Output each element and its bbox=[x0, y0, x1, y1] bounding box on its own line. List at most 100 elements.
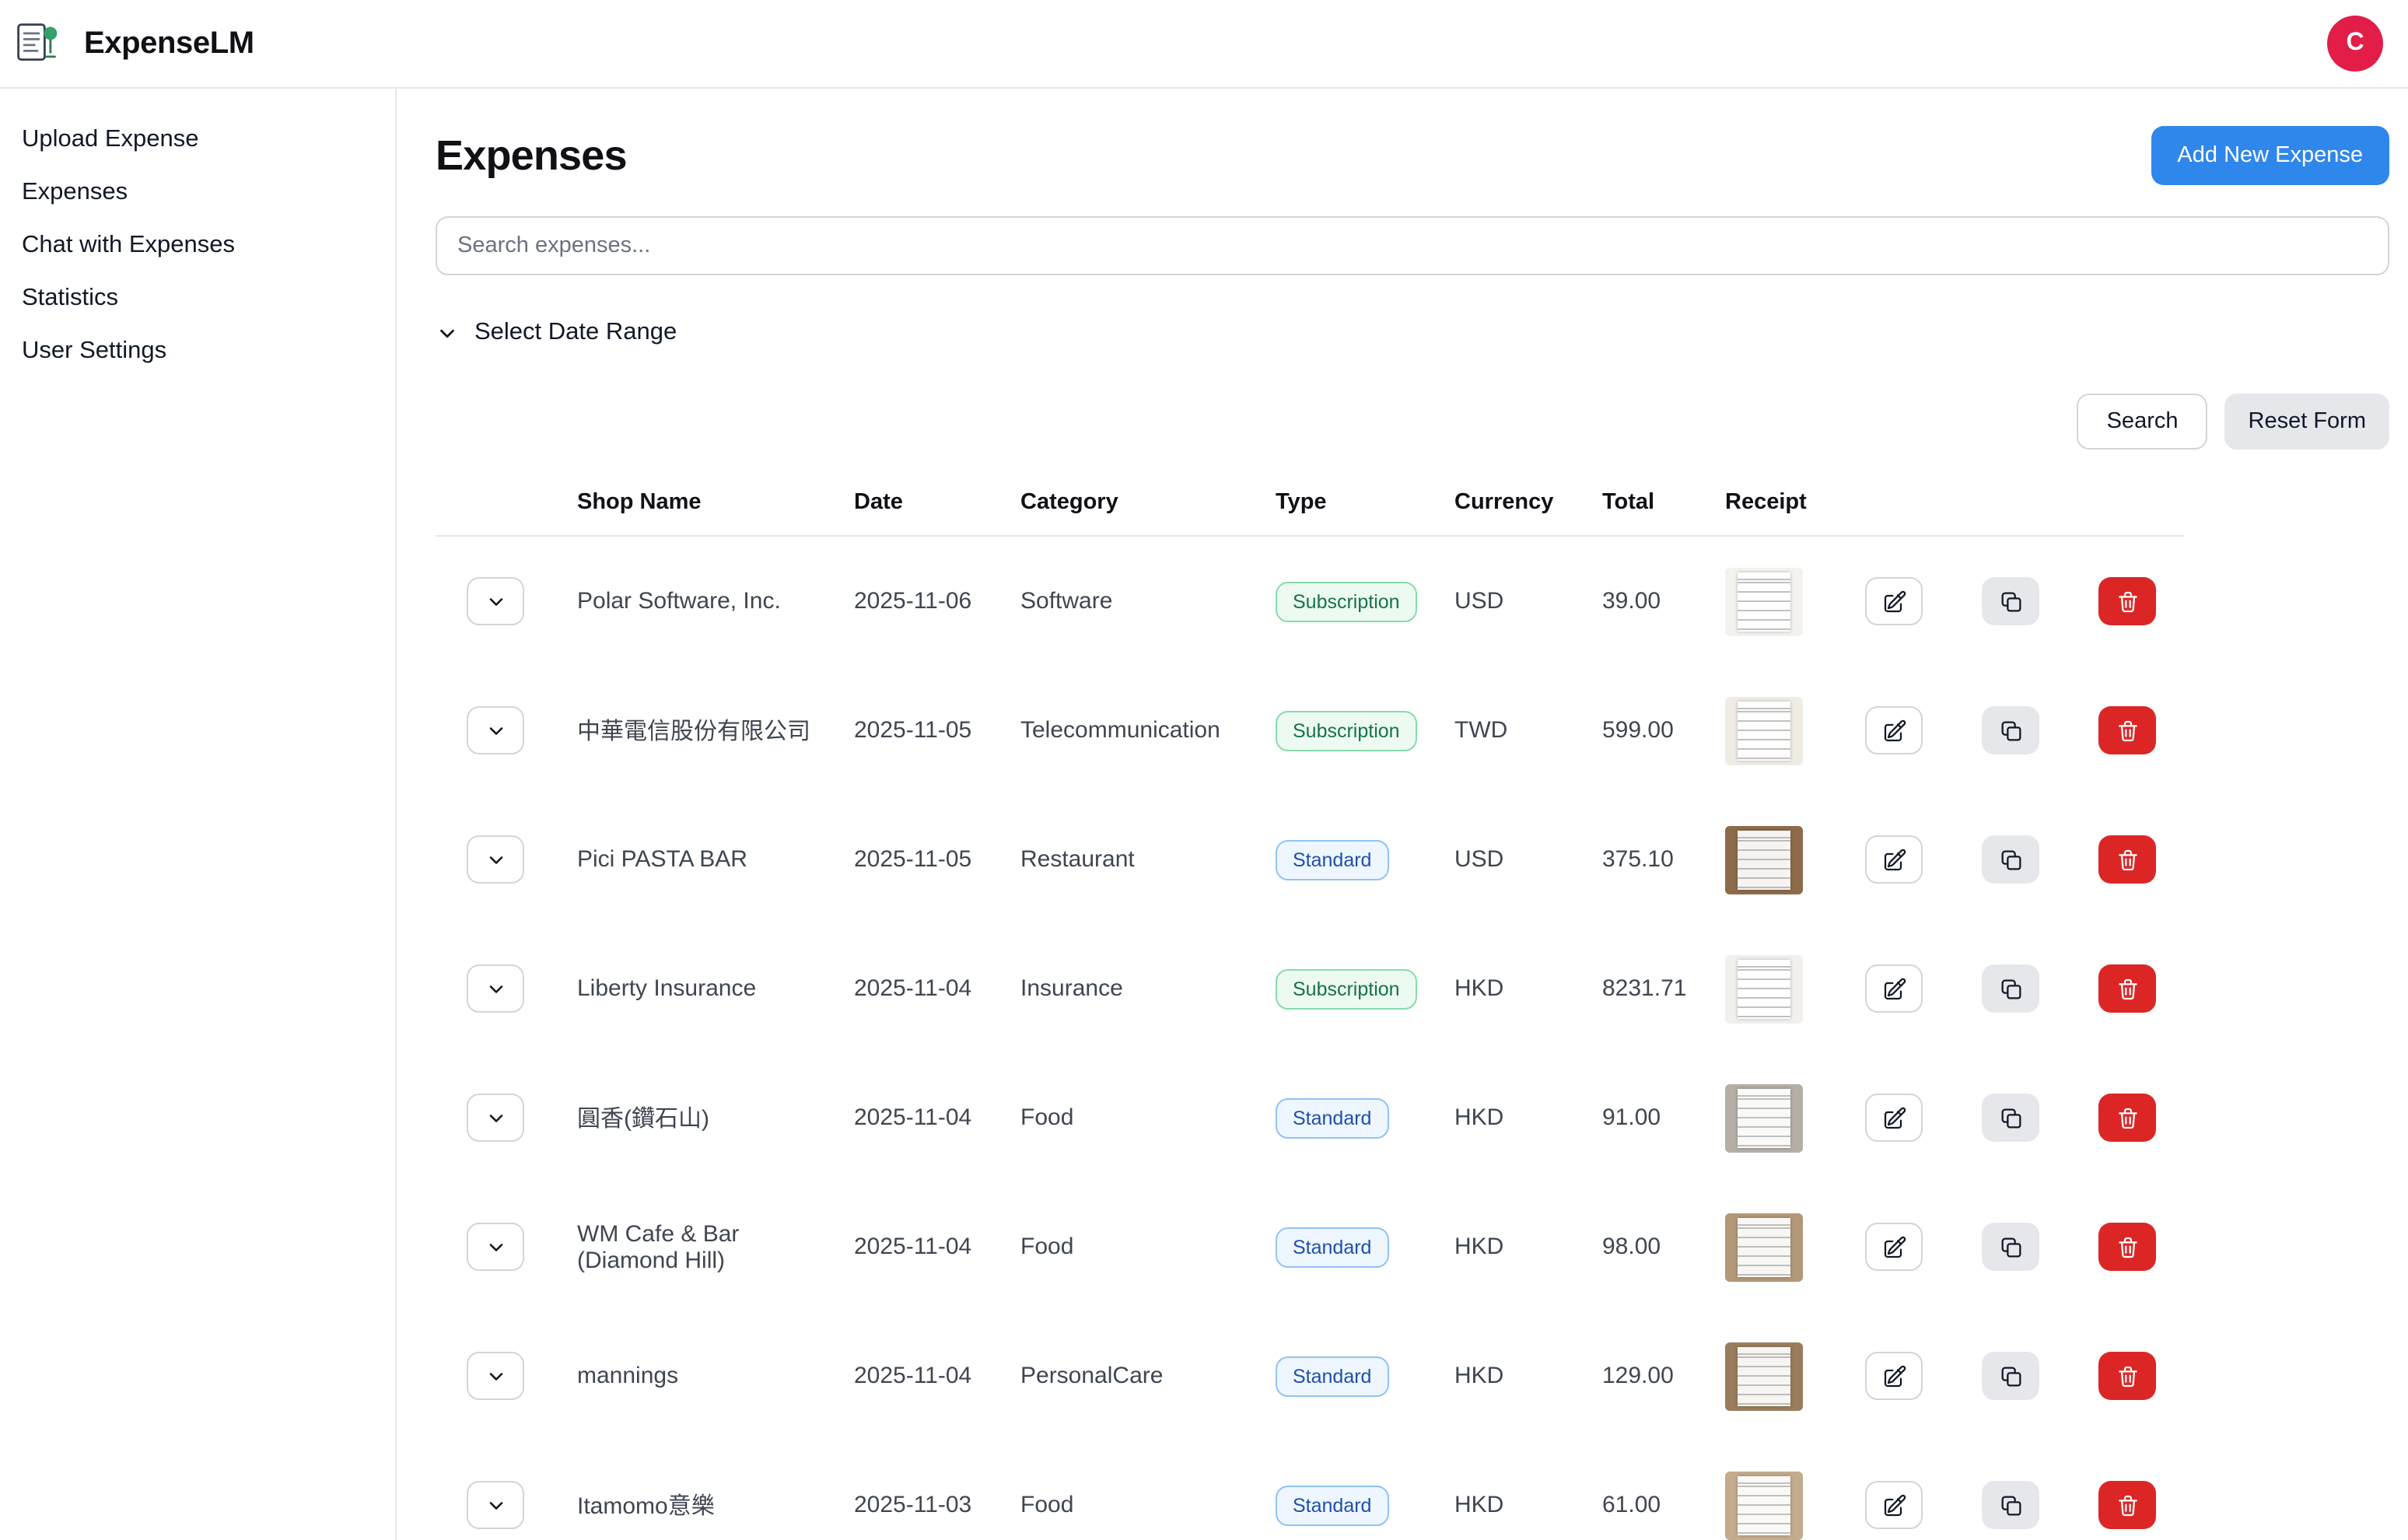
delete-button[interactable] bbox=[2098, 577, 2156, 625]
expense-currency: USD bbox=[1454, 846, 1602, 873]
sidebar-item-upload-expense[interactable]: Upload Expense bbox=[0, 114, 395, 166]
expand-row-button[interactable] bbox=[467, 577, 524, 625]
edit-button[interactable] bbox=[1865, 1223, 1923, 1271]
expense-date: 2025-11-04 bbox=[854, 1363, 1020, 1389]
copy-button[interactable] bbox=[1982, 835, 2039, 884]
shop-name: 圓香(鑽石山) bbox=[577, 1101, 854, 1134]
expand-row-button[interactable] bbox=[467, 1481, 524, 1529]
trash-icon bbox=[2115, 589, 2140, 614]
copy-icon bbox=[1998, 1363, 2023, 1388]
delete-button[interactable] bbox=[2098, 1352, 2156, 1400]
delete-button[interactable] bbox=[2098, 1481, 2156, 1529]
trash-icon bbox=[2115, 1493, 2140, 1517]
copy-button[interactable] bbox=[1982, 1352, 2039, 1400]
expense-date: 2025-11-05 bbox=[854, 717, 1020, 744]
receipt-image bbox=[1738, 830, 1790, 889]
expense-category: Telecommunication bbox=[1020, 717, 1276, 744]
expense-currency: HKD bbox=[1454, 1104, 1602, 1131]
sidebar-item-expenses[interactable]: Expenses bbox=[0, 166, 395, 219]
table-row: Itamomo意樂 2025-11-03 Food Standard HKD 6… bbox=[436, 1440, 2184, 1540]
search-button[interactable]: Search bbox=[2077, 394, 2208, 450]
pencil-square-icon bbox=[1881, 1234, 1906, 1259]
copy-button[interactable] bbox=[1982, 964, 2039, 1013]
sidebar-item-chat-with-expenses[interactable]: Chat with Expenses bbox=[0, 219, 395, 272]
edit-button[interactable] bbox=[1865, 835, 1923, 884]
receipt-image bbox=[1738, 701, 1790, 760]
add-new-expense-button[interactable]: Add New Expense bbox=[2151, 126, 2389, 185]
expense-total: 129.00 bbox=[1602, 1363, 1725, 1389]
expense-date: 2025-11-04 bbox=[854, 1234, 1020, 1260]
type-badge: Standard bbox=[1276, 1227, 1388, 1267]
receipt-thumbnail[interactable] bbox=[1725, 825, 1803, 894]
expense-date: 2025-11-03 bbox=[854, 1492, 1020, 1518]
expand-row-button[interactable] bbox=[467, 964, 524, 1013]
expand-row-button[interactable] bbox=[467, 706, 524, 754]
receipt-image bbox=[1738, 1475, 1790, 1535]
edit-button[interactable] bbox=[1865, 1094, 1923, 1142]
shop-name: Liberty Insurance bbox=[577, 975, 854, 1002]
chevron-down-icon bbox=[436, 321, 459, 345]
date-range-label: Select Date Range bbox=[474, 319, 677, 347]
expense-category: Insurance bbox=[1020, 975, 1276, 1002]
sidebar-item-user-settings[interactable]: User Settings bbox=[0, 325, 395, 378]
expand-row-button[interactable] bbox=[467, 835, 524, 884]
top-bar: ExpenseLM C bbox=[0, 0, 2408, 89]
edit-button[interactable] bbox=[1865, 964, 1923, 1013]
expense-category: Food bbox=[1020, 1234, 1276, 1260]
edit-button[interactable] bbox=[1865, 577, 1923, 625]
expand-row-button[interactable] bbox=[467, 1352, 524, 1400]
pencil-square-icon bbox=[1881, 847, 1906, 872]
receipt-thumbnail[interactable] bbox=[1725, 696, 1803, 765]
type-badge: Subscription bbox=[1276, 581, 1417, 621]
receipt-thumbnail[interactable] bbox=[1725, 1471, 1803, 1539]
receipt-thumbnail[interactable] bbox=[1725, 954, 1803, 1023]
pencil-square-icon bbox=[1881, 1363, 1906, 1388]
receipt-image bbox=[1738, 1217, 1790, 1276]
delete-button[interactable] bbox=[2098, 706, 2156, 754]
copy-button[interactable] bbox=[1982, 1094, 2039, 1142]
receipt-thumbnail[interactable] bbox=[1725, 1083, 1803, 1152]
user-avatar[interactable]: C bbox=[2327, 16, 2383, 72]
app-title: ExpenseLM bbox=[84, 26, 254, 61]
search-expenses-input[interactable] bbox=[436, 216, 2389, 275]
expense-category: Food bbox=[1020, 1492, 1276, 1518]
shop-name: mannings bbox=[577, 1363, 854, 1389]
shop-name: Pici PASTA BAR bbox=[577, 846, 854, 873]
delete-button[interactable] bbox=[2098, 1094, 2156, 1142]
receipt-thumbnail[interactable] bbox=[1725, 567, 1803, 635]
table-header-row: Shop Name Date Category Type Currency To… bbox=[436, 490, 2184, 537]
copy-icon bbox=[1998, 718, 2023, 743]
copy-button[interactable] bbox=[1982, 706, 2039, 754]
expense-category: PersonalCare bbox=[1020, 1363, 1276, 1389]
receipt-thumbnail[interactable] bbox=[1725, 1342, 1803, 1410]
copy-button[interactable] bbox=[1982, 577, 2039, 625]
edit-button[interactable] bbox=[1865, 706, 1923, 754]
type-badge: Standard bbox=[1276, 1356, 1388, 1396]
expand-row-button[interactable] bbox=[467, 1094, 524, 1142]
expense-category: Food bbox=[1020, 1104, 1276, 1131]
delete-button[interactable] bbox=[2098, 964, 2156, 1013]
edit-button[interactable] bbox=[1865, 1481, 1923, 1529]
copy-button[interactable] bbox=[1982, 1223, 2039, 1271]
sidebar-item-statistics[interactable]: Statistics bbox=[0, 272, 395, 325]
expense-currency: HKD bbox=[1454, 1234, 1602, 1260]
copy-icon bbox=[1998, 1234, 2023, 1259]
date-range-toggle[interactable]: Select Date Range bbox=[436, 319, 677, 347]
expense-total: 39.00 bbox=[1602, 588, 1725, 614]
copy-icon bbox=[1998, 976, 2023, 1001]
expand-row-button[interactable] bbox=[467, 1223, 524, 1271]
copy-button[interactable] bbox=[1982, 1481, 2039, 1529]
expense-category: Software bbox=[1020, 588, 1276, 614]
delete-button[interactable] bbox=[2098, 835, 2156, 884]
expense-total: 98.00 bbox=[1602, 1234, 1725, 1260]
receipt-thumbnail[interactable] bbox=[1725, 1213, 1803, 1281]
reset-form-button[interactable]: Reset Form bbox=[2225, 394, 2390, 450]
expense-category: Restaurant bbox=[1020, 846, 1276, 873]
shop-name: Polar Software, Inc. bbox=[577, 588, 854, 614]
table-row: WM Cafe & Bar (Diamond Hill) 2025-11-04 … bbox=[436, 1182, 2184, 1311]
edit-button[interactable] bbox=[1865, 1352, 1923, 1400]
delete-button[interactable] bbox=[2098, 1223, 2156, 1271]
expense-total: 61.00 bbox=[1602, 1492, 1725, 1518]
copy-icon bbox=[1998, 589, 2023, 614]
shop-name: Itamomo意樂 bbox=[577, 1489, 854, 1521]
